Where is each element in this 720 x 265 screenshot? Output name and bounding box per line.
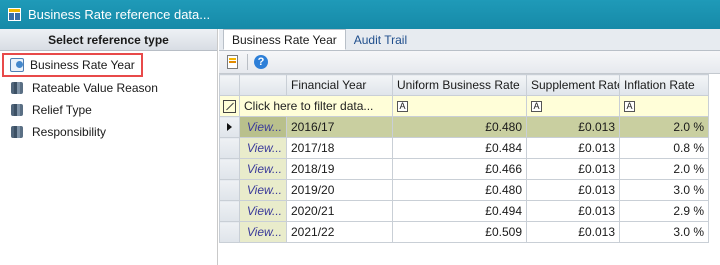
view-link[interactable]: View...: [239, 137, 287, 159]
cell-uniform-business-rate[interactable]: £0.494: [392, 200, 527, 222]
filter-input[interactable]: Click here to filter data...: [239, 95, 393, 117]
cell-financial-year[interactable]: 2019/20: [286, 179, 393, 201]
column-header-uniform-business-rate[interactable]: Uniform Business Rate: [392, 74, 527, 96]
row-selector-header: [219, 74, 240, 96]
cell-financial-year[interactable]: 2016/17: [286, 116, 393, 138]
column-header-view[interactable]: [239, 74, 287, 96]
table-row[interactable]: View... 2021/22 £0.509 £0.013 3.0 %: [219, 221, 709, 243]
cell-supplement-rate[interactable]: £0.013: [526, 137, 620, 159]
reference-item-relief-type[interactable]: Relief Type: [0, 99, 217, 121]
view-link[interactable]: View...: [239, 179, 287, 201]
table-row[interactable]: View... 2019/20 £0.480 £0.013 3.0 %: [219, 179, 709, 201]
cell-supplement-rate[interactable]: £0.013: [526, 116, 620, 138]
reference-item-label: Relief Type: [32, 103, 92, 117]
cell-uniform-business-rate[interactable]: £0.480: [392, 179, 527, 201]
reference-item-label: Business Rate Year: [30, 58, 135, 72]
cell-financial-year[interactable]: 2018/19: [286, 158, 393, 180]
view-link[interactable]: View...: [239, 116, 287, 138]
view-link[interactable]: View...: [239, 221, 287, 243]
row-selector[interactable]: [219, 179, 240, 201]
row-selector[interactable]: [219, 158, 240, 180]
reference-item-responsibility[interactable]: Responsibility: [0, 121, 217, 143]
cell-supplement-rate[interactable]: £0.013: [526, 179, 620, 201]
cell-inflation-rate[interactable]: 2.9 %: [619, 200, 709, 222]
tab-audit-trail[interactable]: Audit Trail: [346, 29, 415, 50]
reference-item-label: Rateable Value Reason: [32, 81, 158, 95]
reference-item-business-rate-year[interactable]: Business Rate Year: [2, 53, 143, 77]
window-title: Business Rate reference data...: [28, 7, 211, 22]
grid-header-row: Financial Year Uniform Business Rate Sup…: [219, 74, 709, 96]
help-icon[interactable]: ?: [254, 55, 268, 69]
view-link[interactable]: View...: [239, 200, 287, 222]
column-header-supplement-rate[interactable]: Supplement Rate: [526, 74, 620, 96]
filter-operator-icon: A: [531, 101, 542, 113]
filter-operator-icon: A: [624, 101, 635, 113]
filter-operator-icon: A: [397, 101, 408, 113]
table-row[interactable]: View... 2017/18 £0.484 £0.013 0.8 %: [219, 137, 709, 159]
business-rate-year-grid: Financial Year Uniform Business Rate Sup…: [219, 74, 709, 243]
cell-inflation-rate[interactable]: 2.0 %: [619, 116, 709, 138]
table-row[interactable]: View... 2020/21 £0.494 £0.013 2.9 %: [219, 200, 709, 222]
filter-row: Click here to filter data... A A A: [219, 95, 709, 117]
cell-uniform-business-rate[interactable]: £0.509: [392, 221, 527, 243]
database-icon: [10, 81, 24, 95]
row-selector[interactable]: [219, 200, 240, 222]
reference-item-label: Responsibility: [32, 125, 107, 139]
cell-financial-year[interactable]: 2020/21: [286, 200, 393, 222]
reference-type-header: Select reference type: [0, 29, 217, 51]
table-row[interactable]: View... 2018/19 £0.466 £0.013 2.0 %: [219, 158, 709, 180]
filter-inflation-rate[interactable]: A: [619, 95, 709, 117]
reference-type-pane: Select reference type Business Rate Year…: [0, 29, 218, 265]
cell-inflation-rate[interactable]: 2.0 %: [619, 158, 709, 180]
filter-uniform-business-rate[interactable]: A: [392, 95, 527, 117]
current-row-arrow-icon: [219, 116, 240, 138]
table-icon: [8, 8, 21, 21]
cell-uniform-business-rate[interactable]: £0.480: [392, 116, 527, 138]
row-selector[interactable]: [219, 221, 240, 243]
detail-pane: Business Rate Year Audit Trail ? Financi…: [219, 29, 720, 265]
cell-financial-year[interactable]: 2017/18: [286, 137, 393, 159]
cell-supplement-rate[interactable]: £0.013: [526, 221, 620, 243]
cell-financial-year[interactable]: 2021/22: [286, 221, 393, 243]
tab-business-rate-year[interactable]: Business Rate Year: [223, 29, 346, 50]
cell-uniform-business-rate[interactable]: £0.466: [392, 158, 527, 180]
cell-supplement-rate[interactable]: £0.013: [526, 200, 620, 222]
cell-supplement-rate[interactable]: £0.013: [526, 158, 620, 180]
database-icon: [10, 103, 24, 117]
cell-inflation-rate[interactable]: 0.8 %: [619, 137, 709, 159]
database-icon: [10, 125, 24, 139]
toolbar-separator: [247, 54, 248, 70]
view-link[interactable]: View...: [239, 158, 287, 180]
cell-inflation-rate[interactable]: 3.0 %: [619, 221, 709, 243]
cell-uniform-business-rate[interactable]: £0.484: [392, 137, 527, 159]
filter-clear-icon[interactable]: [219, 95, 240, 117]
window-titlebar: Business Rate reference data...: [0, 0, 720, 29]
cell-inflation-rate[interactable]: 3.0 %: [619, 179, 709, 201]
column-header-financial-year[interactable]: Financial Year: [286, 74, 393, 96]
tab-strip: Business Rate Year Audit Trail: [219, 29, 720, 51]
new-record-icon[interactable]: [225, 54, 241, 70]
business-rate-year-icon: [10, 58, 24, 72]
reference-item-rateable-value-reason[interactable]: Rateable Value Reason: [0, 77, 217, 99]
row-selector[interactable]: [219, 137, 240, 159]
table-row[interactable]: View... 2016/17 £0.480 £0.013 2.0 %: [219, 116, 709, 138]
grid-toolbar: ?: [219, 51, 720, 74]
filter-supplement-rate[interactable]: A: [526, 95, 620, 117]
column-header-inflation-rate[interactable]: Inflation Rate: [619, 74, 709, 96]
